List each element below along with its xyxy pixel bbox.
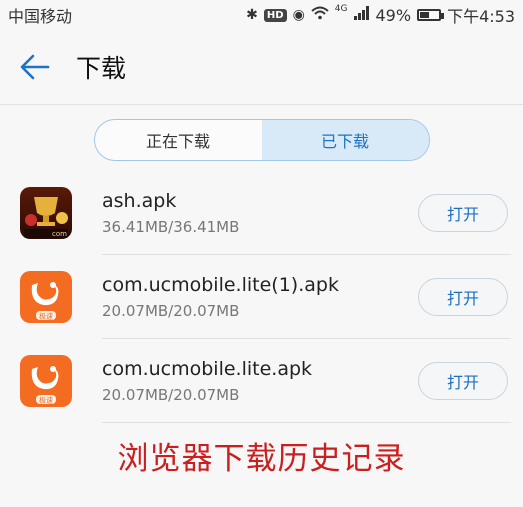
open-button[interactable]: 打开 (418, 194, 508, 232)
file-info: com.ucmobile.lite(1).apk 20.07MB/20.07MB (102, 274, 418, 320)
file-info: com.ucmobile.lite.apk 20.07MB/20.07MB (102, 358, 418, 404)
icon-label: 极速 (39, 396, 53, 405)
hd-badge: HD (263, 8, 287, 22)
icon-label: com (52, 230, 67, 238)
list-item[interactable]: com ash.apk 36.41MB/36.41MB 打开 (0, 171, 523, 255)
status-bar: 中国移动 ✱ HD ◉ 4G 49% 下午4:53 (0, 0, 523, 30)
download-list: com ash.apk 36.41MB/36.41MB 打开 极速 com.uc… (0, 171, 523, 423)
tab-downloading[interactable]: 正在下载 (95, 120, 262, 160)
download-tabs: 正在下载 已下载 (93, 119, 430, 161)
status-icons: ✱ HD ◉ 4G 49% 下午4:53 (246, 3, 515, 27)
signal-icon (353, 6, 370, 24)
icon-label: 极速 (39, 312, 53, 321)
uc-browser-icon: 极速 (20, 271, 72, 323)
carrier-label: 中国移动 (8, 7, 73, 26)
tab-downloaded[interactable]: 已下载 (261, 120, 429, 160)
back-arrow-icon (20, 54, 50, 80)
wifi-icon (311, 6, 329, 24)
back-button[interactable] (18, 50, 52, 84)
file-info: ash.apk 36.41MB/36.41MB (102, 190, 418, 236)
file-size: 36.41MB/36.41MB (102, 218, 240, 236)
file-name: com.ucmobile.lite(1).apk (102, 274, 339, 296)
file-name: com.ucmobile.lite.apk (102, 358, 313, 380)
file-size: 20.07MB/20.07MB (102, 302, 240, 320)
eye-icon: ◉ (292, 7, 305, 23)
list-item[interactable]: 极速 com.ucmobile.lite(1).apk 20.07MB/20.0… (0, 255, 523, 339)
list-item[interactable]: 极速 com.ucmobile.lite.apk 20.07MB/20.07MB… (0, 339, 523, 423)
divider (102, 422, 511, 423)
app-bar: 下载 (0, 30, 523, 105)
file-name: ash.apk (102, 190, 177, 212)
battery-percent: 49% (375, 5, 412, 25)
download-tabs-wrapper: 正在下载 已下载 (0, 105, 523, 161)
page-title: 下载 (76, 54, 127, 83)
battery-icon (417, 9, 445, 21)
caption-overlay: 浏览器下载历史记录 (117, 441, 406, 477)
file-size: 20.07MB/20.07MB (102, 386, 240, 404)
network-type-label: 4G (334, 4, 348, 14)
clock: 下午4:53 (447, 7, 515, 26)
game-app-icon: com (20, 187, 72, 239)
bluetooth-icon: ✱ (246, 7, 258, 23)
uc-browser-icon: 极速 (20, 355, 72, 407)
open-button[interactable]: 打开 (418, 278, 508, 316)
open-button[interactable]: 打开 (418, 362, 508, 400)
